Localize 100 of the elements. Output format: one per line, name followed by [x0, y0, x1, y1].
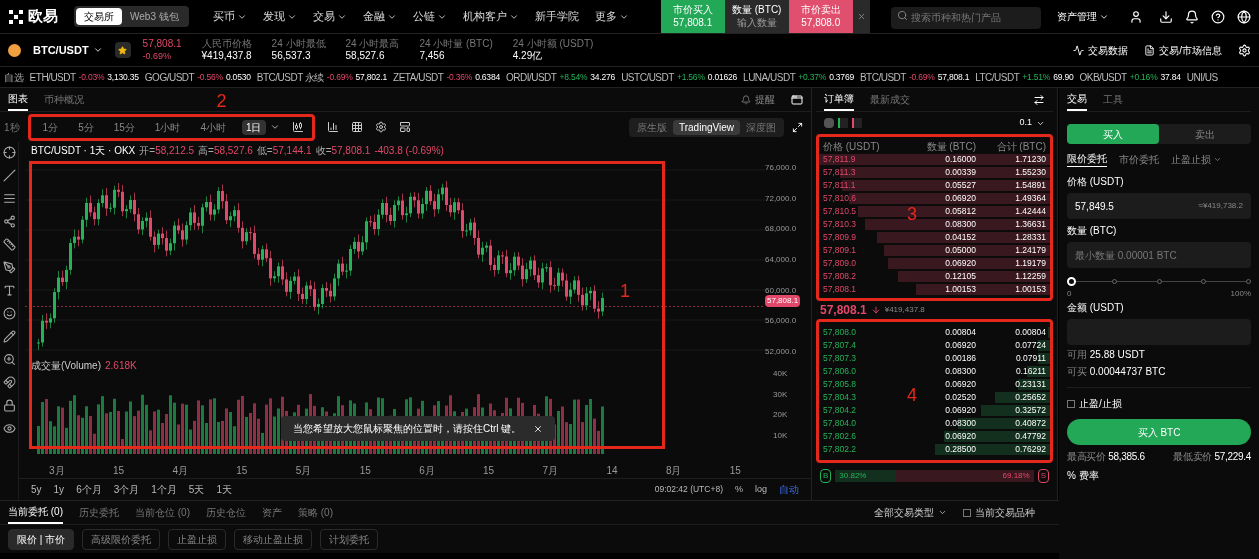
ticker-pair[interactable]: GOG/USDT: [144, 69, 195, 85]
interval-option[interactable]: 1秒: [4, 119, 20, 135]
type-filter[interactable]: 全部交易类型: [874, 505, 947, 520]
auto-toggle[interactable]: 自动: [779, 482, 799, 497]
chart-tab[interactable]: 币种概况: [44, 88, 84, 111]
view-option[interactable]: TradingView: [672, 119, 740, 135]
search-field[interactable]: 搜索币种和热门产品: [891, 6, 1041, 29]
panel-tab[interactable]: 交易: [1067, 88, 1087, 111]
book-tab[interactable]: 订单簿: [824, 88, 854, 111]
interval-option[interactable]: 1分: [38, 119, 63, 135]
order-type-tab[interactable]: 限价委托: [1067, 151, 1107, 167]
interval-option[interactable]: 1日: [241, 119, 266, 135]
percent-toggle[interactable]: %: [734, 482, 743, 497]
filter-chip[interactable]: 高级限价委托: [82, 528, 161, 550]
amount-input[interactable]: 最小数量 0.00001 BTC: [1067, 242, 1251, 268]
book-tab[interactable]: 最新成交: [870, 88, 910, 111]
range-option[interactable]: 5y: [31, 482, 42, 497]
precision-selector[interactable]: 0.1: [1019, 116, 1045, 130]
order-price[interactable]: 57,810.5: [823, 205, 903, 218]
watchlist-label[interactable]: 自选: [4, 69, 24, 85]
order-price[interactable]: 57,808.1: [823, 283, 903, 296]
ticker-pair[interactable]: OKB/USDT: [1079, 69, 1127, 85]
order-price[interactable]: 57,805.8: [823, 378, 903, 391]
orders-tab[interactable]: 资产: [262, 501, 282, 524]
order-price[interactable]: 57,809.9: [823, 231, 903, 244]
order-price[interactable]: 57,808.0: [823, 326, 903, 339]
logo-text[interactable]: 欧易: [28, 5, 58, 28]
nav-menu-item[interactable]: 交易: [312, 8, 347, 25]
ticker-pair[interactable]: UNI/US: [1186, 69, 1218, 85]
nav-menu-item[interactable]: 新手学院: [534, 8, 579, 25]
assets-menu[interactable]: 资产管理: [1057, 9, 1109, 24]
ticker-pair[interactable]: BTC/USDT 永续: [256, 69, 324, 85]
interval-option[interactable]: 1小时: [150, 119, 185, 135]
price-input[interactable]: 57,849.5 ≈¥419,738.2: [1067, 193, 1251, 219]
order-price[interactable]: 57,804.0: [823, 417, 903, 430]
log-toggle[interactable]: log: [755, 482, 767, 497]
mode-tab[interactable]: Web3 钱包: [122, 8, 187, 25]
pair-selector[interactable]: BTC/USDT: [33, 41, 103, 59]
panel-tab[interactable]: 工具: [1103, 88, 1123, 111]
interval-option[interactable]: 5分: [74, 119, 98, 135]
order-price[interactable]: 57,804.2: [823, 404, 903, 417]
ticker-pair[interactable]: ZETA/USDT: [393, 69, 444, 85]
orders-tab[interactable]: 策略 (0): [298, 501, 333, 524]
market-sell-button[interactable]: 市价卖出 57,808.0: [788, 0, 853, 33]
interval-option[interactable]: 15分: [109, 119, 139, 135]
order-price[interactable]: 57,809.0: [823, 257, 903, 270]
view-option[interactable]: 深度图: [740, 119, 782, 135]
filter-chip[interactable]: 止盈止损: [168, 528, 227, 550]
ticker-pair[interactable]: LUNA/USDT: [743, 69, 796, 85]
filter-chip[interactable]: 移动止盈止损: [234, 528, 313, 550]
order-price[interactable]: 57,804.3: [823, 391, 903, 404]
view-option[interactable]: 原生版: [630, 119, 673, 135]
order-price[interactable]: 57,808.2: [823, 270, 903, 283]
range-option[interactable]: 1y: [53, 482, 65, 497]
order-price[interactable]: 57,802.6: [823, 430, 903, 443]
alert-button[interactable]: 提醒: [741, 92, 775, 107]
mode-tab[interactable]: 交易所: [76, 8, 122, 25]
order-amount: 0.06920: [944, 430, 976, 443]
nav-menu-item[interactable]: 机构客户: [462, 8, 519, 25]
ticker-pair[interactable]: BTC/USDT: [859, 69, 906, 85]
order-price[interactable]: 57,806.0: [823, 365, 903, 378]
order-price[interactable]: 57,811.3: [823, 166, 903, 179]
orders-tab[interactable]: 历史仓位: [206, 501, 246, 524]
chart-tab[interactable]: 图表: [8, 88, 28, 111]
range-option[interactable]: 1个月: [151, 482, 177, 497]
ticker-pair[interactable]: USTC/USDT: [621, 69, 674, 85]
nav-menu-item[interactable]: 金融: [362, 8, 397, 25]
range-option[interactable]: 3个月: [113, 482, 140, 497]
order-price[interactable]: 57,810.3: [823, 218, 903, 231]
ticker-pair[interactable]: LTC/USDT: [975, 69, 1020, 85]
interval-option[interactable]: 4小时: [196, 119, 230, 135]
orders-tab[interactable]: 当前委托 (0): [8, 501, 63, 524]
orders-tab[interactable]: 历史委托: [79, 501, 119, 524]
quick-amount-field[interactable]: 数量 (BTC) 输入数量: [724, 0, 789, 33]
filter-chip[interactable]: 计划委托: [320, 528, 379, 550]
orders-tab[interactable]: 当前仓位 (0): [135, 501, 190, 524]
ticker-pair[interactable]: ETH/USDT: [29, 69, 76, 85]
header-link[interactable]: 交易数据: [1073, 42, 1129, 58]
order-price[interactable]: 57,811.9: [823, 153, 903, 166]
order-type-tab[interactable]: 止盈止损: [1171, 151, 1222, 167]
order-type-tab[interactable]: 市价委托: [1119, 151, 1159, 167]
amount-input[interactable]: 输入数量: [728, 16, 785, 29]
fee-link[interactable]: % 费率: [1067, 468, 1251, 483]
header-link[interactable]: 交易/市场信息: [1144, 42, 1222, 58]
order-price[interactable]: 57,807.3: [823, 352, 903, 365]
nav-menu-item[interactable]: 买币: [212, 8, 247, 25]
range-option[interactable]: 5天: [188, 482, 205, 497]
order-price[interactable]: 57,807.4: [823, 339, 903, 352]
side-tab[interactable]: 卖出: [1159, 124, 1251, 144]
range-option[interactable]: 6个月: [76, 482, 102, 497]
range-option[interactable]: 1天: [216, 482, 232, 497]
order-price[interactable]: 57,802.2: [823, 443, 903, 456]
ticker-pair[interactable]: ORDI/USDT: [505, 69, 557, 85]
nav-menu-item[interactable]: 公链: [412, 8, 447, 25]
nav-menu-item[interactable]: 发现: [262, 8, 297, 25]
filter-chip[interactable]: 限价 | 市价: [8, 528, 75, 550]
nav-menu-item[interactable]: 更多: [594, 8, 629, 25]
order-price[interactable]: 57,811.1: [823, 179, 903, 192]
order-price[interactable]: 57,810.6: [823, 192, 903, 205]
order-price[interactable]: 57,809.1: [823, 244, 903, 257]
